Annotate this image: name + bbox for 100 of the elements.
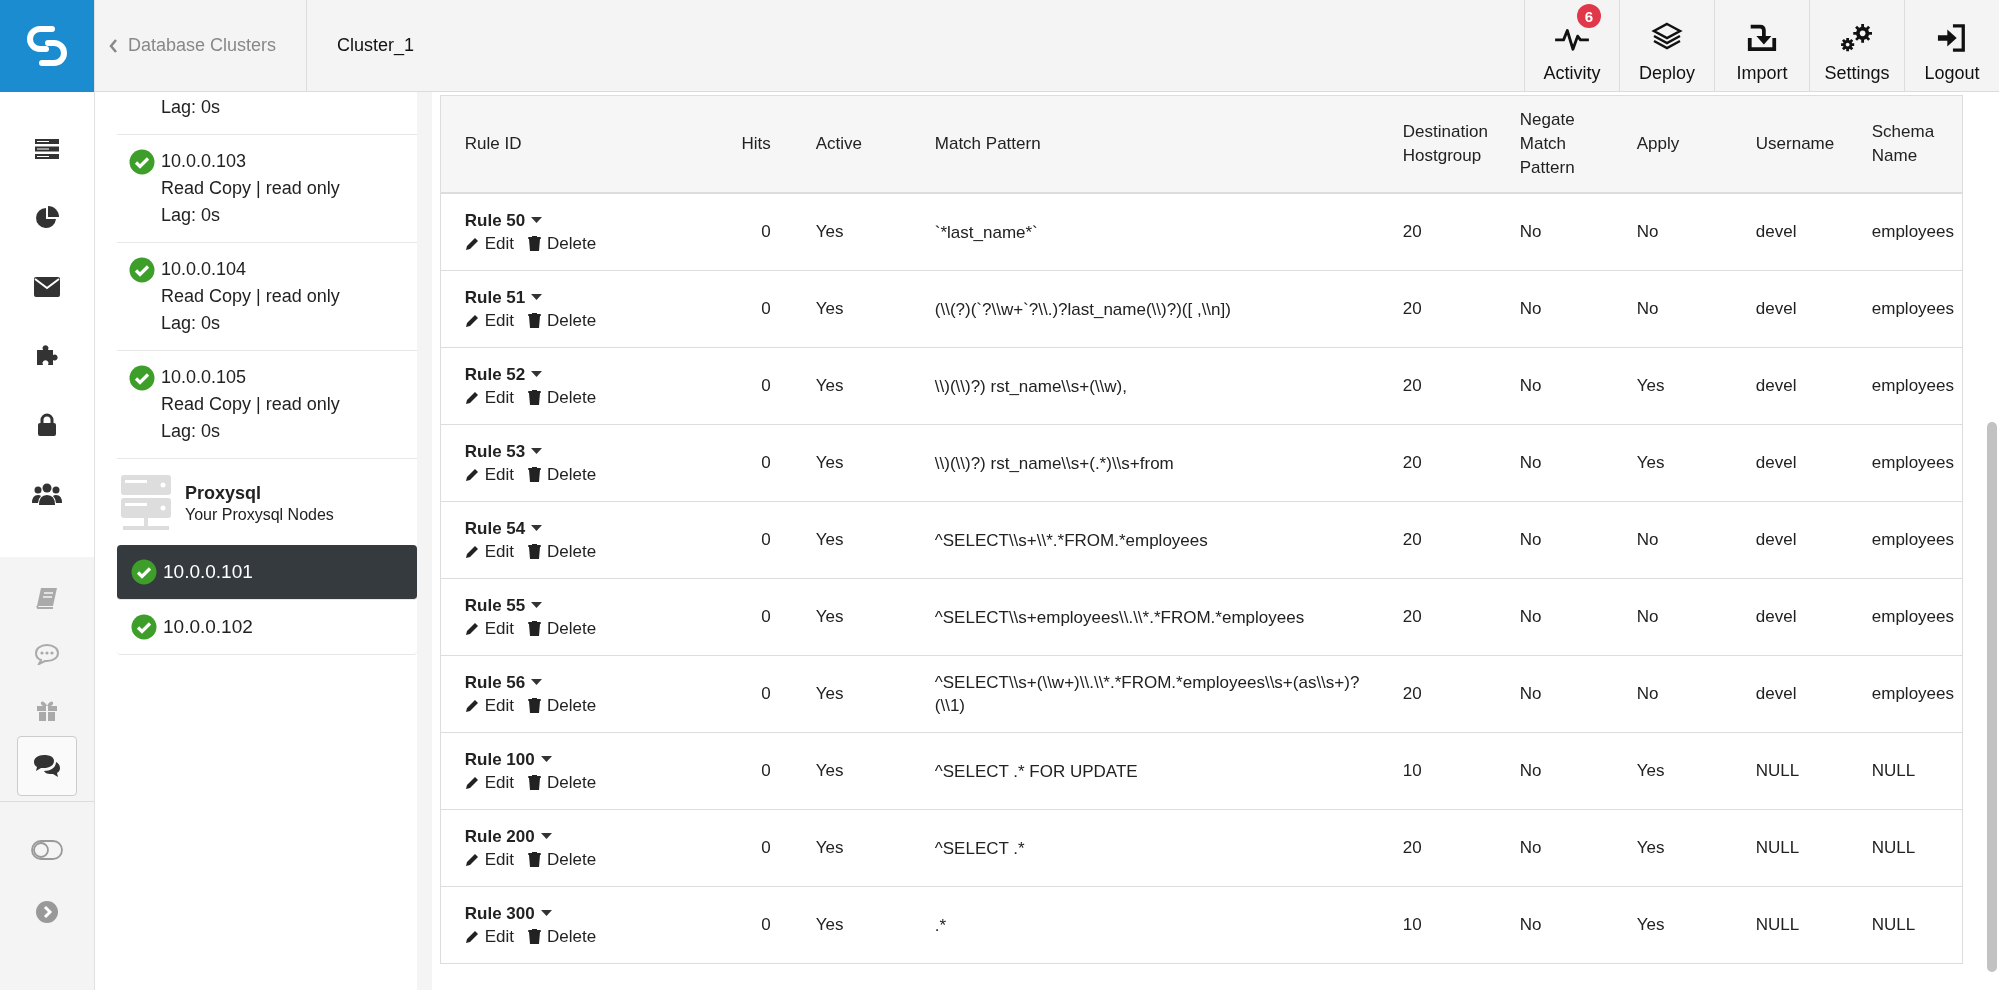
column-header[interactable]: Rule ID bbox=[464, 132, 522, 156]
table-cell-text: ^SELECT\\s+(\\w+)\\.\\*.*FROM.*employees\\s+(as\\s+)?(\\1) bbox=[934, 672, 1361, 717]
table-cell: employees bbox=[1871, 684, 1954, 704]
node-ip[interactable]: 10.0.0.103 bbox=[161, 148, 417, 175]
column-header[interactable]: Destination Hostgroup bbox=[1402, 120, 1500, 168]
column-header[interactable]: Username bbox=[1755, 132, 1835, 156]
delete-link[interactable]: Delete bbox=[528, 926, 597, 947]
table-cell: NULL bbox=[1871, 761, 1916, 781]
table-cell: 20 bbox=[1402, 530, 1422, 550]
pencil-icon bbox=[464, 929, 479, 944]
edit-link[interactable]: Edit bbox=[464, 464, 515, 485]
table-cell: No bbox=[1636, 299, 1659, 319]
table-cell: NULL bbox=[1871, 915, 1916, 935]
rule-menu[interactable]: Rule 50 bbox=[464, 210, 693, 231]
edit-link[interactable]: Edit bbox=[464, 695, 515, 716]
edit-link[interactable]: Edit bbox=[464, 926, 515, 947]
delete-link[interactable]: Delete bbox=[528, 464, 597, 485]
table-cell: No bbox=[1519, 222, 1542, 242]
column-header[interactable]: Hits bbox=[741, 132, 771, 156]
delete-link[interactable]: Delete bbox=[528, 618, 597, 639]
table-cell: Yes bbox=[1636, 761, 1665, 781]
rule-menu[interactable]: Rule 51 bbox=[464, 287, 693, 308]
table-cell: Yes bbox=[815, 222, 844, 242]
rule-menu[interactable]: Rule 52 bbox=[464, 364, 693, 385]
table-cell-text: `*last_name*` bbox=[934, 221, 1038, 244]
app-logo[interactable] bbox=[0, 0, 94, 92]
caret-icon bbox=[531, 294, 543, 301]
rail-button[interactable] bbox=[17, 736, 77, 796]
edit-link[interactable]: Edit bbox=[464, 849, 515, 870]
chevron-left-icon bbox=[109, 38, 118, 53]
edit-link[interactable]: Edit bbox=[464, 618, 515, 639]
scrollbar-thumb[interactable] bbox=[1987, 422, 1997, 972]
delete-link[interactable]: Delete bbox=[528, 695, 597, 716]
column-header[interactable]: Schema Name bbox=[1871, 120, 1954, 168]
delete-link[interactable]: Delete bbox=[528, 233, 597, 254]
column-header[interactable]: Apply bbox=[1636, 132, 1680, 156]
toolbar-button[interactable]: Import bbox=[1714, 0, 1809, 91]
column-header[interactable]: Match Pattern bbox=[934, 132, 1041, 156]
edit-link[interactable]: Edit bbox=[464, 233, 515, 254]
caret-icon bbox=[531, 525, 543, 532]
table-cell: No bbox=[1519, 761, 1542, 781]
table-cell: Yes bbox=[815, 838, 844, 858]
pencil-icon bbox=[464, 852, 479, 867]
toolbar-button[interactable]: Settings bbox=[1809, 0, 1904, 91]
table-cell: No bbox=[1636, 530, 1659, 550]
table-cell: NULL bbox=[1755, 761, 1800, 781]
rule-menu[interactable]: Rule 200 bbox=[464, 826, 693, 847]
column-header[interactable]: Active bbox=[815, 132, 863, 156]
pie-chart-icon bbox=[35, 206, 59, 230]
table-cell-text: \\)(\\)?) rst_name\\s+(\\w), bbox=[934, 375, 1127, 398]
rule-menu[interactable]: Rule 54 bbox=[464, 518, 693, 539]
table-cell: Yes bbox=[815, 376, 844, 396]
node-detail: Lag: 0s bbox=[161, 96, 222, 119]
node-ip[interactable]: 10.0.0.104 bbox=[161, 256, 417, 283]
cluster-title: Cluster_1 bbox=[336, 34, 416, 58]
edit-link[interactable]: Edit bbox=[464, 387, 515, 408]
edit-link[interactable]: Edit bbox=[464, 310, 515, 331]
table-cell: No bbox=[1519, 607, 1542, 627]
delete-link[interactable]: Delete bbox=[528, 772, 597, 793]
table-cell: employees bbox=[1871, 607, 1954, 627]
proxy-node-item[interactable]: 10.0.0.102 bbox=[117, 600, 417, 655]
trash-icon bbox=[528, 697, 542, 714]
table-cell: Yes bbox=[815, 607, 844, 627]
delete-link[interactable]: Delete bbox=[528, 310, 597, 331]
sign-in-icon bbox=[1936, 23, 1968, 53]
delete-link[interactable]: Delete bbox=[528, 849, 597, 870]
proxy-node-item[interactable]: 10.0.0.101 bbox=[117, 545, 417, 600]
rule-menu[interactable]: Rule 300 bbox=[464, 903, 693, 924]
table-cell: employees bbox=[1871, 453, 1954, 473]
edit-link[interactable]: Edit bbox=[464, 772, 515, 793]
table-cell: 20 bbox=[1402, 607, 1422, 627]
node-ip[interactable]: 10.0.0.105 bbox=[161, 364, 417, 391]
trash-icon bbox=[528, 851, 542, 868]
toolbar-button[interactable]: Logout bbox=[1904, 0, 1999, 91]
table-cell: devel bbox=[1755, 453, 1797, 473]
toolbar-button[interactable]: Deploy bbox=[1619, 0, 1714, 91]
node-detail: Lag: 0s bbox=[161, 204, 222, 227]
table-cell: devel bbox=[1755, 222, 1797, 242]
table-cell: devel bbox=[1755, 684, 1797, 704]
table-cell: Yes bbox=[815, 453, 844, 473]
table-cell: 20 bbox=[1402, 299, 1422, 319]
column-header[interactable]: Negate Match Pattern bbox=[1519, 108, 1617, 180]
rule-menu[interactable]: Rule 100 bbox=[464, 749, 693, 770]
rule-menu[interactable]: Rule 55 bbox=[464, 595, 693, 616]
pencil-icon bbox=[464, 236, 479, 251]
rule-menu[interactable]: Rule 56 bbox=[464, 672, 693, 693]
table-cell-text: (\\(?)(`?\\w+`?\\.)?last_name(\\)?)([ ,\\n]) bbox=[934, 298, 1231, 321]
table-cell: employees bbox=[1871, 299, 1954, 319]
edit-link[interactable]: Edit bbox=[464, 541, 515, 562]
table-cell: 20 bbox=[1402, 684, 1422, 704]
toolbar-button[interactable]: Activity 6 bbox=[1524, 0, 1619, 91]
table-cell-text: ^SELECT\\s+employees\\.\\*.*FROM.*employees bbox=[934, 606, 1305, 629]
table-cell: devel bbox=[1755, 530, 1797, 550]
notification-badge: 6 bbox=[1577, 4, 1601, 28]
delete-link[interactable]: Delete bbox=[528, 541, 597, 562]
delete-link[interactable]: Delete bbox=[528, 387, 597, 408]
node-detail: Lag: 0s bbox=[161, 420, 222, 443]
rule-menu[interactable]: Rule 53 bbox=[464, 441, 693, 462]
table-cell: employees bbox=[1871, 376, 1954, 396]
pencil-icon bbox=[464, 313, 479, 328]
